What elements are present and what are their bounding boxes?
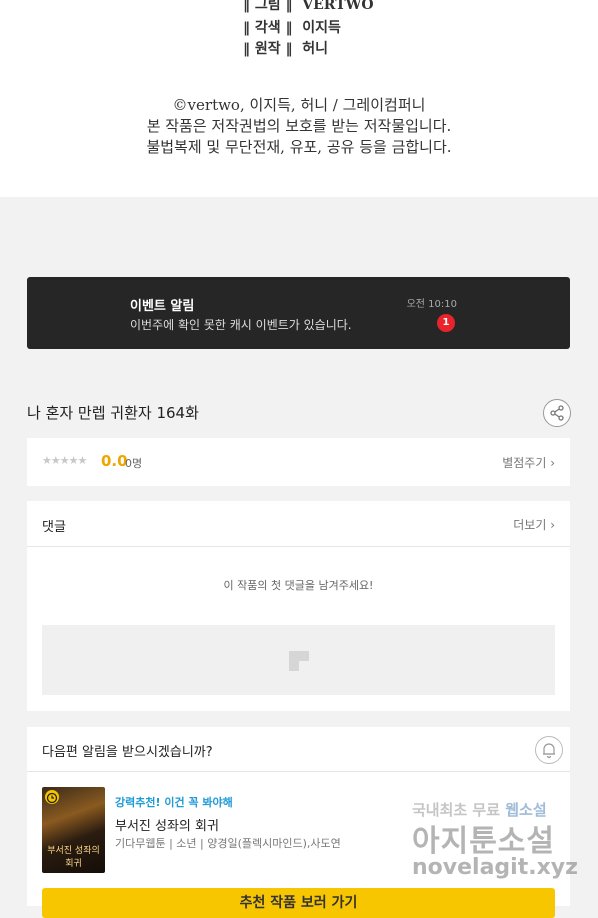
credits-panel: ‖ 그림 ‖ VERTWO ‖ 각색 ‖ 이지득 ‖ 원작 ‖ 허니 ©vert…	[0, 0, 598, 197]
event-badge: 1	[437, 314, 455, 332]
watermark-logo: 아지툰소설	[412, 824, 555, 859]
share-button[interactable]	[543, 399, 571, 427]
recommended-thumbnail[interactable]: 부서진 성좌의 회귀	[42, 787, 105, 873]
copyright-notice: 본 작품은 저작권법의 보호를 받는 저작물입니다.	[146, 117, 452, 135]
event-notification[interactable]: 이벤트 알림 이번주에 확인 못한 캐시 이벤트가 있습니다. 오전 10:10…	[27, 277, 570, 349]
credit-original: ‖ 원작 ‖ 허니	[243, 41, 329, 57]
event-message: 이번주에 확인 못한 캐시 이벤트가 있습니다.	[130, 318, 352, 332]
event-time: 오전 10:10	[406, 299, 457, 310]
recommended-cta-button[interactable]: 추천 작품 보러 가기	[42, 888, 555, 918]
notify-bell-button[interactable]	[535, 736, 563, 764]
recommend-tag: 강력추천! 이건 꼭 봐야해	[115, 796, 233, 809]
comments-header: 댓글 더보기 ›	[27, 501, 570, 547]
rating-count: 0명	[125, 457, 143, 470]
rating-score: 0.0	[101, 452, 128, 470]
comment-placeholder-icon	[289, 651, 309, 671]
comments-empty-message: 이 작품의 첫 댓글을 남겨주세요!	[223, 579, 374, 592]
copyright-line: ©vertwo, 이지득, 허니 / 그레이컴퍼니	[172, 96, 426, 114]
watermark-url: novelagit.xyz	[412, 855, 578, 880]
recommended-meta: 기다무웹툰 | 소년 | 양경일(플렉시마인드),사도연	[115, 837, 341, 850]
rating-panel: ★★★★★ 0.0 0명 별점주기 ›	[27, 438, 570, 486]
copyright-warning: 불법복제 및 무단전재, 유포, 공유 등을 금합니다.	[146, 138, 452, 156]
comments-panel: 댓글 더보기 › 이 작품의 첫 댓글을 남겨주세요!	[27, 501, 570, 711]
credit-illustration: ‖ 그림 ‖ VERTWO	[243, 0, 374, 13]
notify-header: 다음편 알림을 받으시겠습니까?	[27, 727, 570, 772]
comments-label: 댓글	[42, 520, 66, 535]
episode-title: 나 혼자 만렙 귀환자 164화	[27, 404, 199, 422]
event-title: 이벤트 알림	[130, 299, 195, 314]
credit-adaptation: ‖ 각색 ‖ 이지득	[243, 20, 341, 36]
rating-stars: ★★★★★	[42, 454, 87, 467]
comments-more-link[interactable]: 더보기 ›	[513, 516, 555, 533]
bell-icon	[543, 743, 555, 759]
thumbnail-title: 부서진 성좌의 회귀	[47, 846, 100, 869]
share-icon	[550, 405, 564, 421]
recommended-title[interactable]: 부서진 성좌의 회귀	[115, 815, 219, 834]
rate-button[interactable]: 별점주기 ›	[502, 454, 555, 471]
clock-icon	[45, 790, 59, 804]
notify-question: 다음편 알림을 받으시겠습니까?	[42, 745, 213, 760]
